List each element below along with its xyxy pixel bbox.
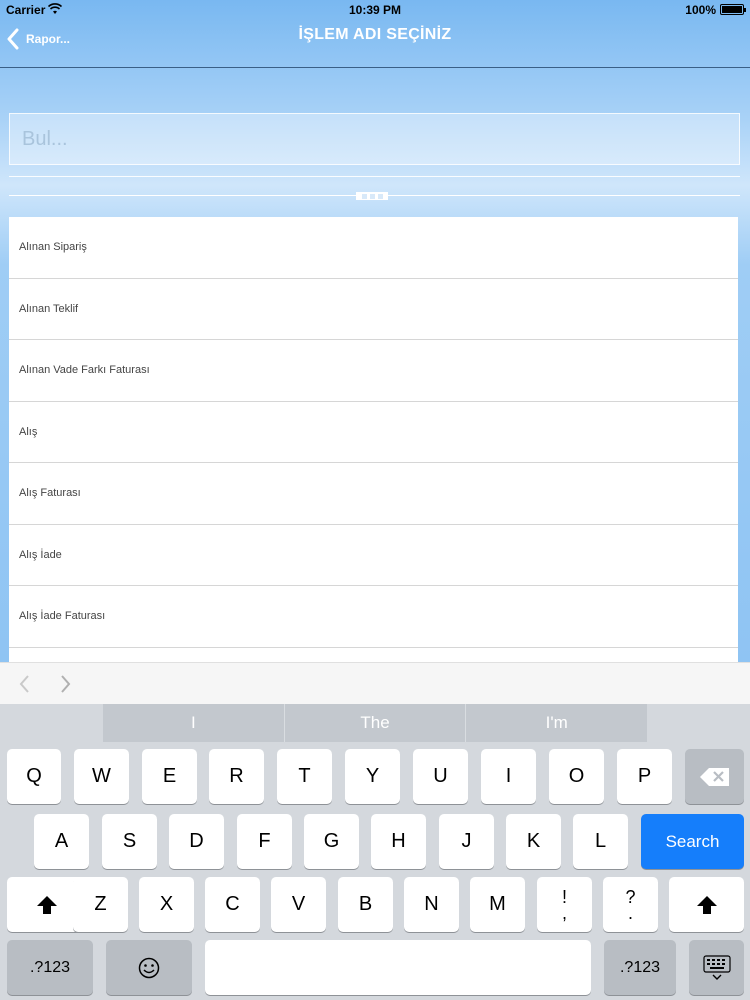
list-item[interactable]: Alınan Sipariş (9, 217, 738, 279)
key-e[interactable]: E (142, 749, 197, 804)
list-item[interactable] (9, 648, 738, 663)
numbers-key-right[interactable]: .?123 (604, 940, 676, 995)
search-box (9, 113, 740, 165)
suggestion-bar: I The I'm (103, 704, 648, 742)
emoji-icon (138, 957, 160, 978)
key-question-period[interactable]: ? . (603, 877, 658, 932)
backspace-icon (699, 767, 729, 786)
key-w[interactable]: W (74, 749, 129, 804)
key-p[interactable]: P (617, 749, 672, 804)
key-x[interactable]: X (139, 877, 194, 932)
key-l[interactable]: L (573, 814, 628, 869)
key-b[interactable]: B (338, 877, 393, 932)
emoji-key[interactable] (106, 940, 192, 995)
key-k[interactable]: K (506, 814, 561, 869)
keyboard: I The I'm Q W E R T Y U I O P A S D F G … (0, 704, 750, 1000)
shift-key-right[interactable] (669, 877, 744, 932)
key-f[interactable]: F (237, 814, 292, 869)
key-r[interactable]: R (209, 749, 264, 804)
operation-list: Alınan Sipariş Alınan Teklif Alınan Vade… (9, 217, 738, 662)
shift-icon (696, 895, 717, 914)
list-item[interactable]: Alınan Vade Farkı Faturası (9, 340, 738, 402)
key-secondary-char: , (561, 902, 567, 923)
suggestion[interactable]: I (103, 704, 285, 742)
key-h[interactable]: H (371, 814, 426, 869)
keyboard-accessory-bar (0, 662, 750, 705)
search-input[interactable] (10, 114, 739, 164)
key-d[interactable]: D (169, 814, 224, 869)
suggestion[interactable]: I'm (466, 704, 648, 742)
key-m[interactable]: M (470, 877, 525, 932)
grip-dot (377, 193, 383, 199)
key-i[interactable]: I (481, 749, 536, 804)
key-a[interactable]: A (34, 814, 89, 869)
list-item[interactable]: Alış İade Faturası (9, 586, 738, 648)
chevron-right-icon[interactable] (58, 673, 74, 695)
grip-dot (369, 193, 375, 199)
page-title: İŞLEM ADI SEÇİNİZ (298, 26, 452, 43)
key-o[interactable]: O (549, 749, 604, 804)
key-g[interactable]: G (304, 814, 359, 869)
clock: 10:39 PM (348, 3, 402, 17)
list-item[interactable]: Alış Faturası (9, 463, 738, 525)
key-s[interactable]: S (102, 814, 157, 869)
keyboard-dismiss-icon (702, 954, 731, 980)
key-y[interactable]: Y (345, 749, 400, 804)
key-c[interactable]: C (205, 877, 260, 932)
backspace-key[interactable] (685, 749, 744, 804)
key-q[interactable]: Q (7, 749, 61, 804)
suggestion[interactable]: The (284, 704, 467, 742)
numbers-key-left[interactable]: .?123 (7, 940, 93, 995)
separator (9, 176, 740, 177)
list-item[interactable]: Alınan Teklif (9, 279, 738, 340)
grip-dot (361, 193, 367, 199)
list-item[interactable]: Alış (9, 402, 738, 463)
space-key[interactable] (205, 940, 591, 995)
list-item[interactable]: Alış İade (9, 525, 738, 586)
status-bar: Carrier 10:39 PM 100% (0, 0, 750, 20)
key-z[interactable]: Z (73, 877, 128, 932)
chevron-left-icon[interactable] (16, 673, 32, 695)
shift-icon (37, 895, 57, 914)
key-secondary-char: . (627, 902, 633, 923)
key-n[interactable]: N (404, 877, 459, 932)
key-u[interactable]: U (413, 749, 468, 804)
battery-icon (720, 4, 746, 15)
key-t[interactable]: T (277, 749, 332, 804)
resize-handle[interactable] (356, 192, 388, 200)
navigation-bar: Rapor... İŞLEM ADI SEÇİNİZ (0, 20, 750, 68)
key-exclamation-comma[interactable]: ! , (537, 877, 592, 932)
key-j[interactable]: J (439, 814, 494, 869)
battery-percent: 100% (685, 3, 716, 17)
key-v[interactable]: V (271, 877, 326, 932)
search-key[interactable]: Search (641, 814, 744, 869)
dismiss-keyboard-key[interactable] (689, 940, 744, 995)
